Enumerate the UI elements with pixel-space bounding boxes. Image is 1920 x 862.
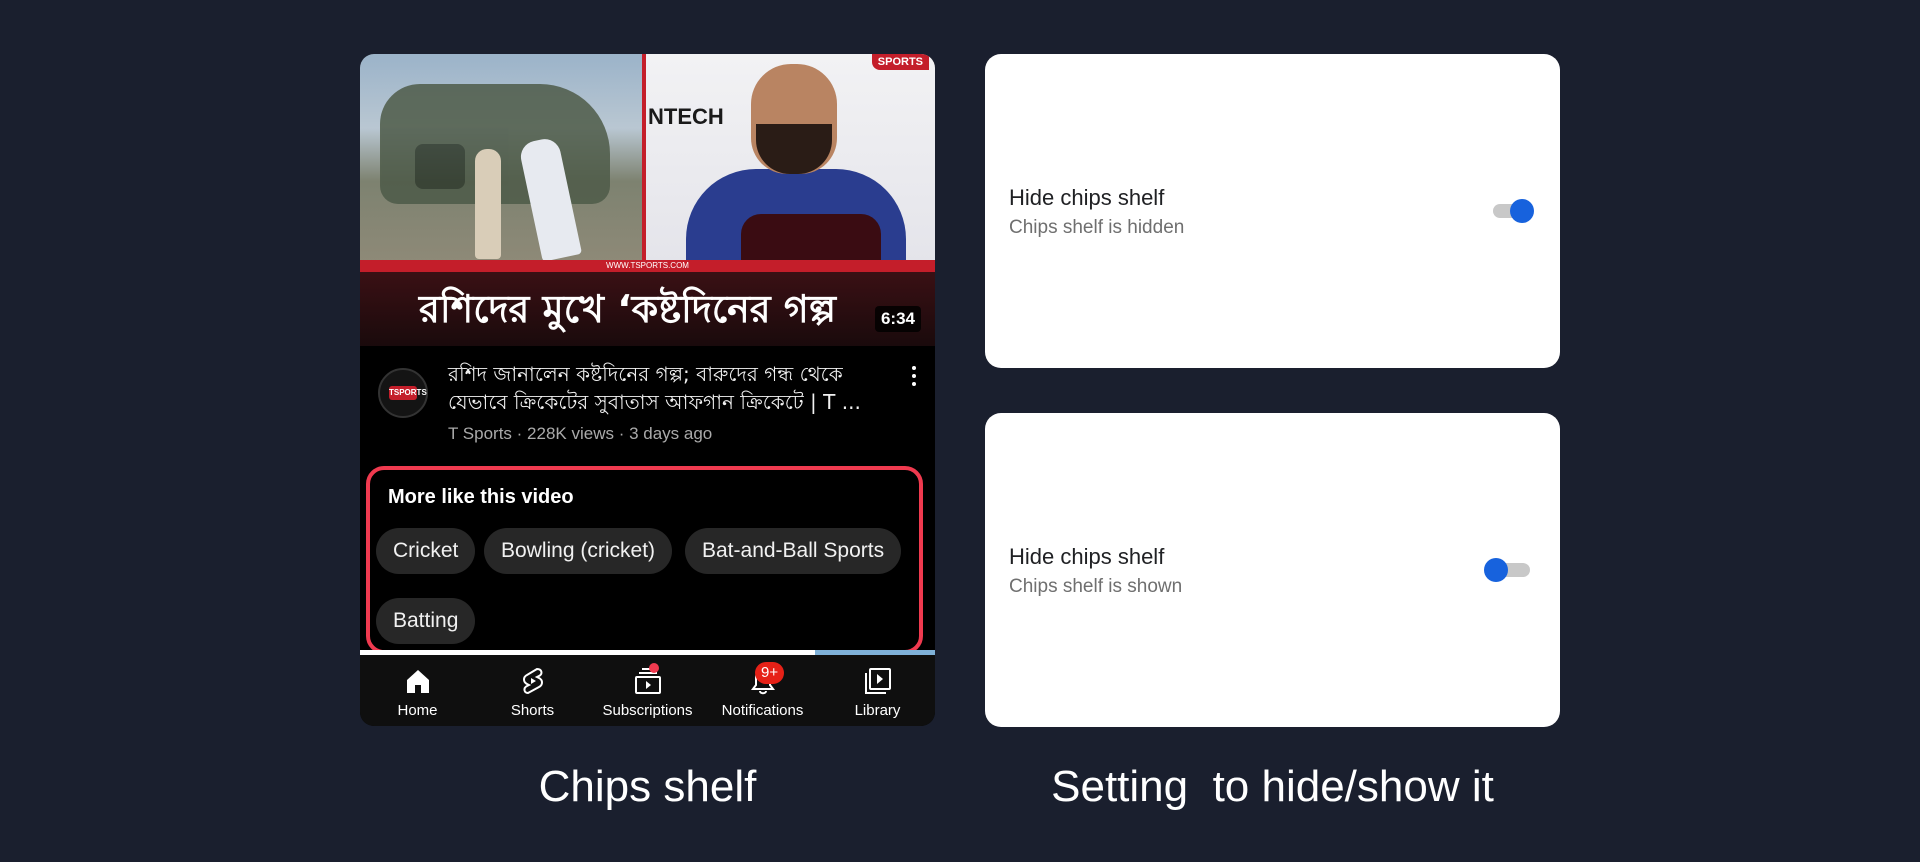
nav-library[interactable]: Library: [820, 655, 935, 726]
video-metadata: T Sports · 228K views · 3 days ago: [448, 424, 713, 443]
setting-subtitle: Chips shelf is hidden: [1009, 217, 1185, 238]
thumbnail-right-image: NTECH SPORTS: [646, 54, 935, 279]
channel-avatar[interactable]: TSPORTS: [378, 368, 428, 418]
toggle-knob: [1484, 558, 1508, 582]
video-thumbnail[interactable]: NTECH SPORTS WWW.TSPORTS.COM রশিদের মুখে…: [360, 54, 935, 346]
nav-notifications[interactable]: 9+ Notifications: [705, 655, 820, 726]
nav-home[interactable]: Home: [360, 655, 475, 726]
video-title[interactable]: রশিদ জানালেন কষ্টদিনের গল্প; বারুদের গন্…: [448, 360, 888, 416]
channel-avatar-logo: TSPORTS: [389, 386, 427, 400]
nav-label: Home: [397, 702, 438, 719]
chip-batting[interactable]: Batting: [376, 598, 476, 644]
nav-label: Subscriptions: [602, 702, 693, 719]
sponsor-text: NTECH: [648, 104, 724, 129]
chip-bat-and-ball-sports[interactable]: Bat-and-Ball Sports: [685, 528, 902, 574]
chips-shelf: More like this video Cricket Bowling (cr…: [366, 466, 923, 654]
notification-count-badge: 9+: [755, 662, 785, 684]
nav-label: Shorts: [510, 702, 555, 719]
library-icon: [864, 668, 891, 694]
nav-subscriptions[interactable]: Subscriptions: [590, 655, 705, 726]
shorts-icon: [522, 667, 543, 695]
microphones: [741, 214, 881, 266]
new-content-dot: [649, 663, 659, 673]
chip-bowling[interactable]: Bowling (cricket): [484, 528, 673, 574]
hide-chips-toggle-off[interactable]: [1484, 555, 1530, 585]
setting-card-hidden: Hide chips shelf Chips shelf is hidden: [985, 54, 1560, 368]
setting-card-shown: Hide chips shelf Chips shelf is shown: [985, 413, 1560, 727]
nav-label: Notifications: [721, 702, 804, 719]
channel-logo-badge: SPORTS: [871, 54, 929, 70]
caption-chips-shelf: Chips shelf: [538, 762, 757, 811]
thumbnail-title-overlay: রশিদের মুখে ‘কষ্টদিনের গল্প: [360, 272, 935, 346]
nav-shorts[interactable]: Shorts: [475, 655, 590, 726]
person-figure: [475, 149, 501, 259]
thumbnail-left-image: [360, 54, 642, 266]
helicopter-window: [415, 144, 465, 189]
chips-shelf-heading: More like this video: [388, 486, 574, 508]
caption-setting: Setting to hide/show it: [1051, 762, 1494, 811]
more-options-icon[interactable]: [907, 366, 921, 390]
phone-screenshot: NTECH SPORTS WWW.TSPORTS.COM রশিদের মুখে…: [360, 54, 935, 726]
thumbnail-url-bar: WWW.TSPORTS.COM: [360, 260, 935, 272]
setting-title: Hide chips shelf: [1009, 544, 1165, 569]
bottom-navigation: Home Shorts Subscriptions 9+ Notificatio…: [360, 655, 935, 726]
toggle-knob: [1510, 199, 1534, 223]
video-duration: 6:34: [874, 306, 921, 332]
video-info: TSPORTS রশিদ জানালেন কষ্টদিনের গল্প; বার…: [360, 346, 935, 456]
hide-chips-toggle-on[interactable]: [1490, 196, 1536, 226]
chip-cricket[interactable]: Cricket: [376, 528, 476, 574]
setting-subtitle: Chips shelf is shown: [1009, 576, 1183, 597]
setting-title: Hide chips shelf: [1009, 185, 1165, 210]
nav-label: Library: [854, 702, 901, 719]
home-icon: [406, 670, 429, 693]
